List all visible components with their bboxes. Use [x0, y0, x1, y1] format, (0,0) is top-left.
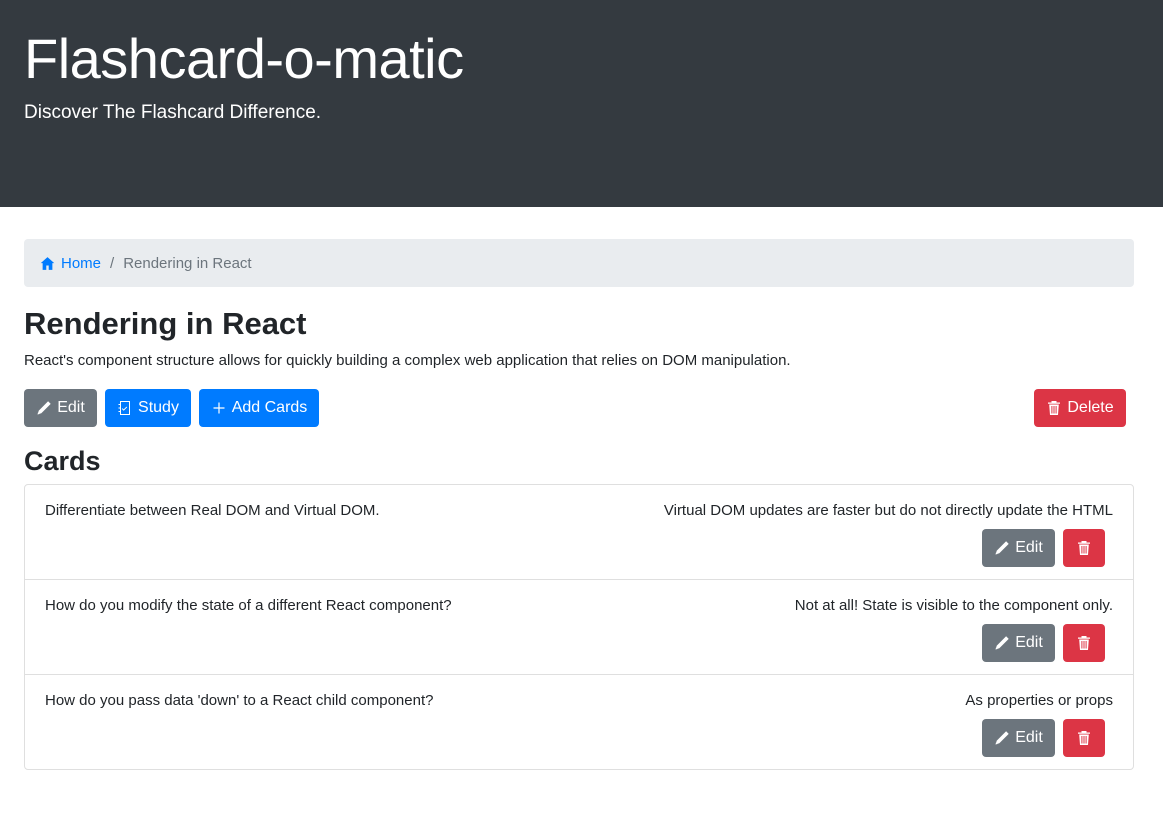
pencil-icon [37, 401, 51, 415]
deck-description: React's component structure allows for q… [24, 352, 791, 369]
edit-card-label: Edit [1015, 539, 1043, 556]
trash-icon [1078, 541, 1090, 555]
add-cards-button[interactable]: Add Cards [199, 389, 319, 427]
app-tagline: Discover The Flashcard Difference. [24, 102, 322, 123]
study-button[interactable]: Study [105, 389, 191, 427]
delete-card-button[interactable] [1063, 624, 1105, 662]
journal-check-icon [118, 401, 131, 415]
app-title: Flashcard-o-matic [24, 27, 464, 90]
card-back-text: As properties or props [965, 692, 1113, 709]
deck-title: Rendering in React [24, 306, 307, 341]
card-back-text: Not at all! State is visible to the comp… [794, 597, 1113, 614]
edit-card-button[interactable]: Edit [982, 624, 1055, 662]
card-front-text: Differentiate between Real DOM and Virtu… [45, 502, 380, 519]
trash-icon [1078, 636, 1090, 650]
app-header: Flashcard-o-matic Discover The Flashcard… [0, 0, 1163, 207]
add-cards-label: Add Cards [231, 399, 308, 416]
cards-heading: Cards [24, 446, 101, 476]
breadcrumb-home-link[interactable]: Home [40, 255, 101, 272]
study-label: Study [138, 399, 179, 416]
breadcrumb-separator: / [110, 254, 115, 272]
card-list: Differentiate between Real DOM and Virtu… [24, 484, 1134, 770]
trash-icon [1078, 731, 1090, 745]
edit-card-button[interactable]: Edit [982, 719, 1055, 757]
pencil-icon [995, 731, 1009, 745]
breadcrumb: Home / Rendering in React [24, 239, 1134, 287]
delete-deck-label: Delete [1067, 399, 1114, 416]
delete-card-button[interactable] [1063, 529, 1105, 567]
edit-deck-label: Edit [57, 399, 85, 416]
card-front-text: How do you modify the state of a differe… [45, 597, 452, 614]
card-back-text: Virtual DOM updates are faster but do no… [663, 502, 1113, 519]
edit-card-button[interactable]: Edit [982, 529, 1055, 567]
breadcrumb-current: Rendering in React [123, 254, 252, 272]
card-item: Differentiate between Real DOM and Virtu… [25, 485, 1133, 580]
house-icon [40, 256, 55, 270]
pencil-icon [995, 541, 1009, 555]
card-item: How do you pass data 'down' to a React c… [25, 675, 1133, 769]
card-item: How do you modify the state of a differe… [25, 580, 1133, 675]
breadcrumb-home-label: Home [61, 254, 102, 272]
trash-icon [1048, 401, 1061, 415]
card-front-text: How do you pass data 'down' to a React c… [45, 692, 434, 709]
edit-deck-button[interactable]: Edit [24, 389, 97, 427]
delete-card-button[interactable] [1063, 719, 1105, 757]
pencil-icon [995, 636, 1009, 650]
plus-icon [213, 402, 225, 414]
delete-deck-button[interactable]: Delete [1034, 389, 1126, 427]
edit-card-label: Edit [1015, 634, 1043, 651]
edit-card-label: Edit [1015, 729, 1043, 746]
